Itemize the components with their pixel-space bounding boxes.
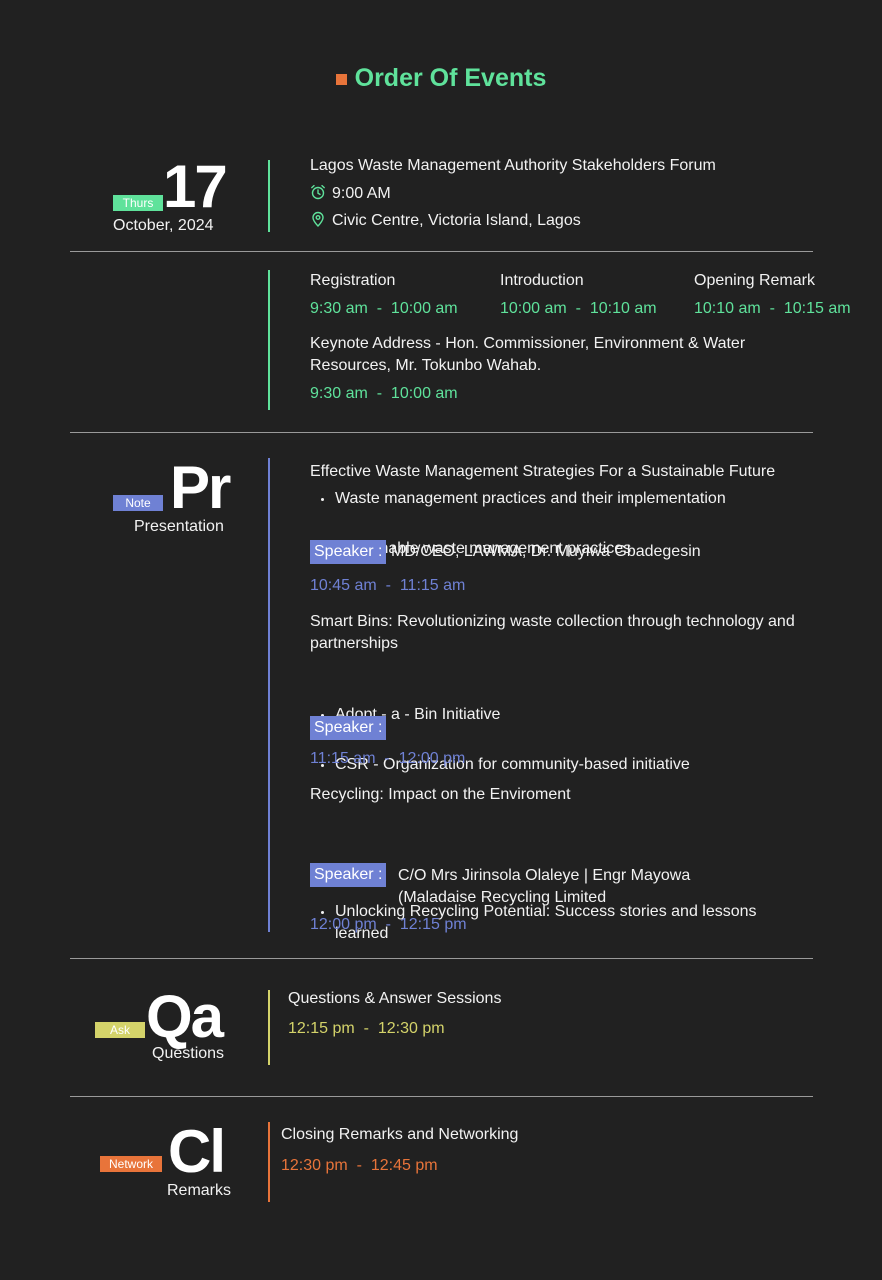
event-time-row: 9:00 AM [310,183,391,205]
time-separator: - [376,385,383,402]
talk-speaker-row: Speaker : [310,716,387,740]
talk-speaker-row: Speaker : MD/CEO, LAWMA, Dr. Muyiwa Gbad… [310,540,701,564]
page-header: Order Of Events [0,64,882,93]
closing-time: 12:30 pm - 12:45 pm [281,1155,438,1177]
opening-item-label: Opening Remark [694,272,815,289]
opening-item-time: 9:30 am - 10:00 am [310,298,458,320]
keynote-time: 9:30 am - 10:00 am [310,383,458,405]
time-start: 12:00 pm [310,916,377,933]
time-separator: - [385,577,391,594]
time-start: 9:30 am [310,300,368,317]
opening-item-time: 10:00 am - 10:10 am [500,298,657,320]
time-end: 10:00 am [390,300,458,317]
talk-bullet: Waste management practices and their imp… [310,488,882,510]
questions-label: Questions [152,1045,225,1062]
speaker-name: MD/CEO, LAWMA, Dr. Muyiwa Gbadegesin [390,543,701,560]
day-tag: Thurs [113,195,163,211]
talk-bullet: Adopt - a - Bin Initiative [310,704,882,726]
time-end: 12:00 pm [398,750,466,767]
location-pin-icon [312,211,324,227]
questions-time: 12:15 pm - 12:30 pm [288,1018,445,1040]
speaker-tag: Speaker : [310,540,387,564]
questions-symbol: Qa [146,983,224,1050]
time-separator: - [376,300,383,317]
closing-tag: Network [100,1156,162,1172]
divider [70,1096,813,1097]
event-day: 17 [163,153,228,220]
opening-item-time: 10:10 am - 10:15 am [694,298,851,320]
closing-title: Closing Remarks and Networking [281,1126,519,1143]
talk-title: Recycling: Impact on the Enviroment [310,786,571,803]
event-month-year: October, 2024 [113,217,214,234]
page-title: Order Of Events [354,64,547,92]
section-line-closing [268,1122,270,1202]
event-time: 9:00 AM [332,185,391,202]
time-start: 9:30 am [310,385,368,402]
divider [70,251,813,252]
time-separator: - [356,1157,362,1174]
talk-time: 11:15 am - 12:00 pm [310,748,465,770]
time-separator: - [769,300,775,317]
alarm-clock-icon [311,184,325,200]
time-start: 12:30 pm [281,1157,348,1174]
time-end: 10:10 am [589,300,657,317]
section-line-questions [268,990,270,1065]
presentation-label: Presentation [134,518,224,535]
talk-time: 10:45 am - 11:15 am [310,575,465,597]
opening-item-label: Introduction [500,272,584,289]
time-start: 10:00 am [500,300,567,317]
presentation-tag: Note [113,495,163,511]
time-end: 12:45 pm [370,1157,438,1174]
speaker-name: C/O Mrs Jirinsola Olaleye | Engr Mayowa … [398,867,691,906]
speaker-tag: Speaker : [310,716,387,740]
title-square-icon [335,74,347,85]
time-end: 10:00 am [390,385,458,402]
time-start: 10:45 am [310,577,377,594]
talk-title: Smart Bins: Revolutionizing waste collec… [310,613,795,652]
time-end: 10:15 am [783,300,851,317]
time-separator: - [575,300,581,317]
closing-label: Remarks [167,1182,232,1199]
talk-time: 12:00 pm - 12:15 pm [310,914,467,936]
closing-symbol: Cl [168,1118,226,1185]
keynote-label: Keynote Address - Hon. Commissioner, Env… [310,335,746,374]
event-venue: Civic Centre, Victoria Island, Lagos [332,212,581,229]
section-line-event [268,160,270,232]
opening-item-label: Registration [310,272,396,289]
time-separator: - [384,750,390,767]
section-line-opening [268,270,270,410]
section-line-presentation [268,458,270,932]
time-separator: - [363,1020,369,1037]
event-name: Lagos Waste Management Authority Stakeho… [310,157,716,174]
time-end: 12:15 pm [399,916,467,933]
time-start: 12:15 pm [288,1020,355,1037]
questions-tag: Ask [95,1022,145,1038]
divider [70,432,813,433]
speaker-tag: Speaker : [310,863,387,887]
time-end: 12:30 pm [377,1020,445,1037]
presentation-symbol: Pr [170,454,231,521]
time-separator: - [385,916,391,933]
time-end: 11:15 am [399,577,466,594]
talk-title: Effective Waste Management Strategies Fo… [310,463,776,480]
questions-title: Questions & Answer Sessions [288,990,502,1007]
divider [70,958,813,959]
event-venue-row: Civic Centre, Victoria Island, Lagos [310,210,581,232]
time-start: 10:10 am [694,300,761,317]
time-start: 11:15 am [310,750,376,767]
